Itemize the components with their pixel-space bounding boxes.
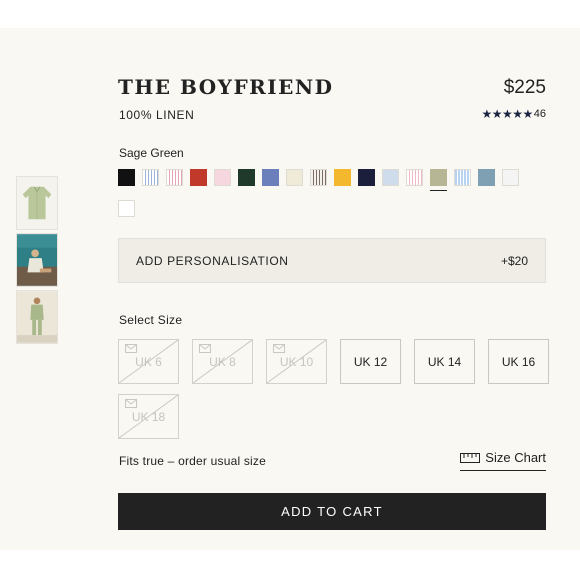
- swatch-cream[interactable]: [286, 169, 303, 186]
- size-option-uk12[interactable]: UK 12: [340, 339, 401, 384]
- product-price: $225: [503, 77, 546, 98]
- select-size-label: Select Size: [119, 313, 183, 327]
- personalisation-label: ADD PERSONALISATION: [136, 253, 289, 268]
- swatch-light-blue[interactable]: [382, 169, 399, 186]
- size-label: UK 18: [131, 409, 166, 424]
- swatch-periwinkle[interactable]: [262, 169, 279, 186]
- swatch-blue-stripe[interactable]: [142, 169, 159, 186]
- thumbnail-full-length-model[interactable]: [16, 290, 58, 344]
- envelope-icon: [273, 344, 285, 353]
- pool-model-image: [17, 234, 57, 286]
- swatch-dark-green[interactable]: [238, 169, 255, 186]
- envelope-icon: [125, 399, 137, 408]
- size-option-uk10[interactable]: UK 10: [266, 339, 327, 384]
- size-label: UK 10: [279, 354, 314, 369]
- swatch-yellow[interactable]: [334, 169, 351, 186]
- thumbnail-pool-model[interactable]: [16, 233, 58, 287]
- swatch-white[interactable]: [118, 200, 135, 217]
- product-title: THE BOYFRIEND: [118, 75, 334, 99]
- size-chart-link[interactable]: Size Chart: [460, 450, 546, 471]
- swatch-sky-stripe[interactable]: [454, 169, 471, 186]
- size-option-uk6[interactable]: UK 6: [118, 339, 179, 384]
- thumbnail-shirt-flatlay[interactable]: [16, 176, 58, 230]
- swatch-off-white[interactable]: [502, 169, 519, 186]
- product-rating[interactable]: ★★★★★ 46: [481, 107, 546, 121]
- star-rating-icon: ★★★★★: [481, 107, 533, 121]
- swatch-pink-stripe-2[interactable]: [406, 169, 423, 186]
- size-label: UK 8: [209, 354, 236, 369]
- swatch-pale-pink[interactable]: [214, 169, 231, 186]
- size-label: UK 16: [501, 354, 536, 369]
- thumbnail-gallery: [16, 176, 58, 347]
- envelope-icon: [199, 344, 211, 353]
- size-label: UK 6: [135, 354, 162, 369]
- product-panel: THE BOYFRIEND $225 100% LINEN ★★★★★ 46 S…: [0, 28, 580, 550]
- size-option-uk16[interactable]: UK 16: [488, 339, 549, 384]
- product-material: 100% LINEN: [119, 108, 195, 122]
- swatch-navy[interactable]: [358, 169, 375, 186]
- size-option-uk14[interactable]: UK 14: [414, 339, 475, 384]
- add-personalisation-button[interactable]: ADD PERSONALISATION +$20: [118, 238, 546, 283]
- size-label: UK 14: [427, 354, 462, 369]
- size-options: UK 6 UK 8 UK 10 UK 12 UK 14 UK 16 UK 18: [118, 339, 550, 439]
- swatch-brown-stripe[interactable]: [310, 169, 327, 186]
- add-to-cart-button[interactable]: ADD TO CART: [118, 493, 546, 530]
- swatch-steel-blue[interactable]: [478, 169, 495, 186]
- size-chart-label: Size Chart: [485, 450, 546, 465]
- ruler-icon: [460, 452, 481, 463]
- fit-guidance: Fits true – order usual size: [119, 454, 266, 468]
- size-label: UK 12: [353, 354, 388, 369]
- personalisation-price: +$20: [500, 253, 528, 268]
- swatch-black[interactable]: [118, 169, 135, 186]
- swatch-red[interactable]: [190, 169, 207, 186]
- color-swatches: [118, 169, 528, 217]
- review-count: 46: [533, 108, 546, 120]
- full-length-model-image: [17, 291, 57, 343]
- swatch-sage-green[interactable]: [430, 169, 447, 191]
- envelope-icon: [125, 344, 137, 353]
- size-option-uk8[interactable]: UK 8: [192, 339, 253, 384]
- shirt-flatlay-image: [17, 177, 57, 229]
- size-option-uk18[interactable]: UK 18: [118, 394, 179, 439]
- swatch-pink-stripe[interactable]: [166, 169, 183, 186]
- selected-color-label: Sage Green: [119, 146, 184, 160]
